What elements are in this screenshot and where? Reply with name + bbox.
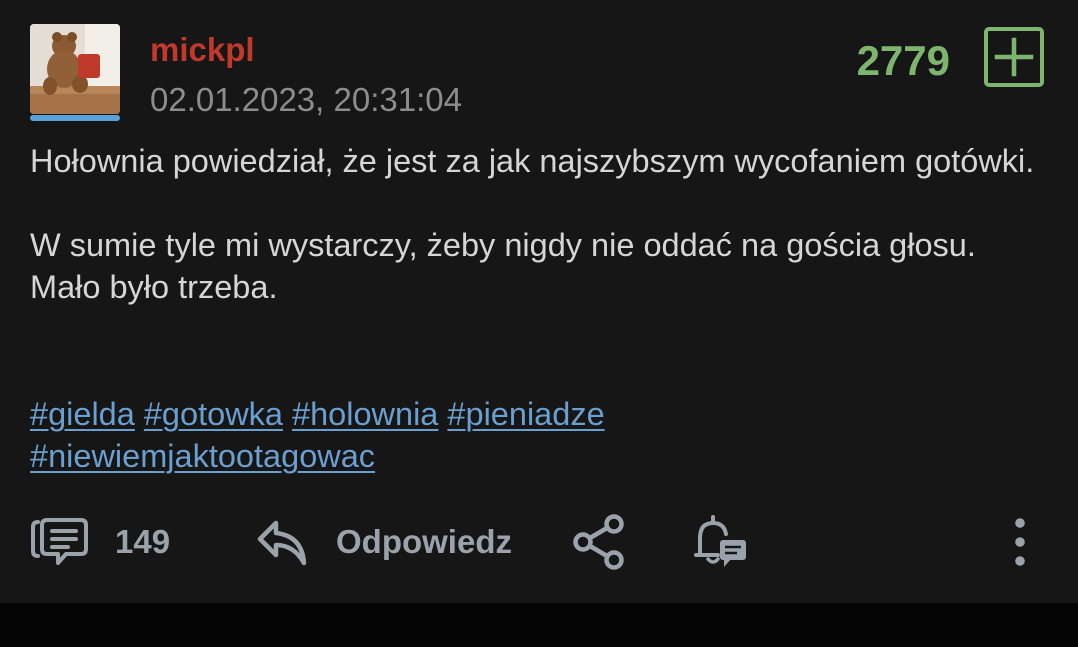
reply-arrow-icon[interactable] bbox=[256, 518, 310, 568]
post-timestamp: 02.01.2023, 20:31:04 bbox=[150, 81, 462, 118]
vote-count: 2779 bbox=[856, 37, 950, 84]
tag-list: #gielda #gotowka #holownia #pieniadze #n… bbox=[30, 393, 1040, 477]
reply-button[interactable]: Odpowiedz bbox=[336, 522, 512, 562]
tag-link[interactable]: #holownia bbox=[292, 396, 438, 432]
action-bar: 149 Odpowiedz bbox=[0, 510, 1078, 574]
avatar-image bbox=[30, 24, 120, 114]
post-paragraph: Hołownia powiedział, że jest za jak najs… bbox=[30, 143, 1035, 179]
tag-link[interactable]: #gotowka bbox=[144, 396, 283, 432]
tag-link[interactable]: #gielda bbox=[30, 396, 135, 432]
plus-icon bbox=[994, 37, 1034, 77]
post-body: Hołownia powiedział, że jest za jak najs… bbox=[30, 140, 1040, 350]
avatar[interactable] bbox=[30, 24, 120, 114]
bell-notification-icon[interactable] bbox=[694, 514, 750, 572]
post-paragraph: W sumie tyle mi wystarczy, żeby nigdy ni… bbox=[30, 227, 976, 305]
author-name[interactable]: mickpl bbox=[150, 30, 255, 70]
share-icon[interactable] bbox=[572, 513, 626, 571]
post-card: mickpl 02.01.2023, 20:31:04 2779 Hołowni… bbox=[0, 0, 1078, 603]
tag-link[interactable]: #pieniadze bbox=[447, 396, 604, 432]
tag-link[interactable]: #niewiemjaktootagowac bbox=[30, 438, 375, 474]
comments-icon[interactable] bbox=[30, 516, 90, 568]
comments-count[interactable]: 149 bbox=[115, 522, 170, 562]
more-vertical-icon[interactable] bbox=[1009, 516, 1031, 568]
upvote-button[interactable] bbox=[984, 27, 1044, 87]
avatar-status-bar bbox=[30, 115, 120, 121]
bottom-strip bbox=[0, 603, 1078, 647]
